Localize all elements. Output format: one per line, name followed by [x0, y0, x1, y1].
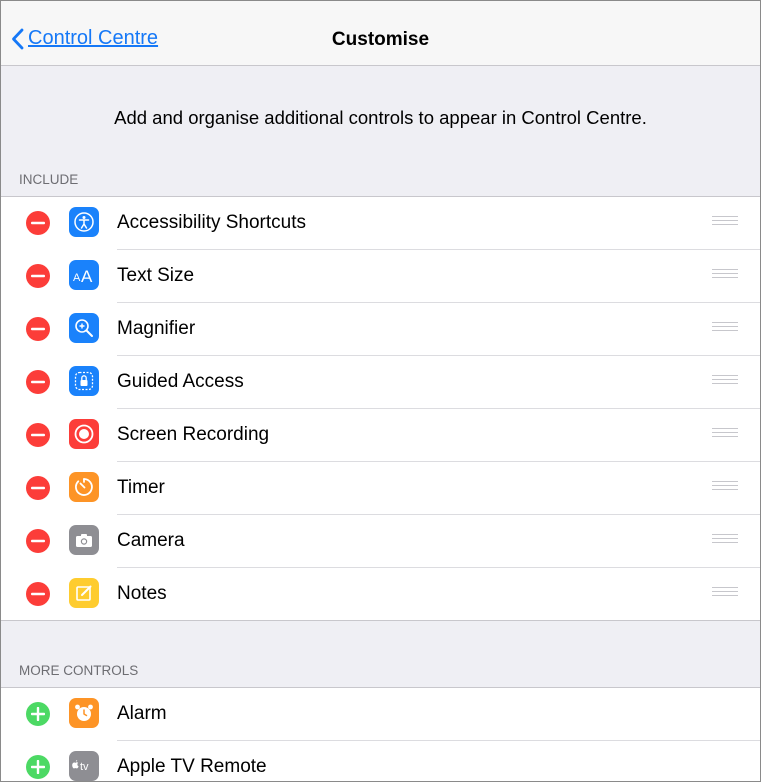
add-button[interactable]	[26, 755, 50, 779]
reorder-handle[interactable]	[712, 534, 738, 546]
include-row-magnifier: Magnifier	[1, 302, 760, 355]
screen-recording-icon	[69, 419, 99, 449]
reorder-handle[interactable]	[712, 216, 738, 228]
item-label: Camera	[117, 530, 185, 551]
navigation-bar: Control Centre Customise	[1, 1, 760, 66]
item-label: Apple TV Remote	[117, 756, 267, 777]
item-label: Alarm	[117, 703, 167, 724]
include-row-timer: Timer	[1, 461, 760, 514]
more-controls-list: Alarm tv Apple TV Remote	[1, 687, 760, 781]
guided-access-icon	[69, 366, 99, 396]
reorder-handle[interactable]	[712, 322, 738, 334]
item-label: Text Size	[117, 265, 195, 286]
text-size-icon: A A	[69, 260, 99, 290]
apple-tv-remote-icon: tv	[69, 751, 99, 781]
more-controls-section-header: MORE CONTROLS	[19, 663, 139, 678]
more-row-apple-tv-remote: tv Apple TV Remote	[1, 740, 760, 781]
svg-text:tv: tv	[80, 761, 89, 773]
include-row-accessibility-shortcuts: Accessibility Shortcuts	[1, 197, 760, 249]
page-title: Customise	[331, 29, 430, 50]
include-list: Accessibility Shortcuts A A Text Size Ma…	[1, 196, 760, 621]
svg-text:A: A	[73, 272, 81, 284]
control-centre-customise-screen: Control Centre Customise Add and organis…	[0, 0, 761, 782]
include-row-camera: Camera	[1, 514, 760, 567]
minus-icon	[31, 327, 45, 331]
remove-button[interactable]	[26, 370, 50, 394]
alarm-icon	[69, 698, 99, 728]
include-section-header: INCLUDE	[19, 172, 79, 187]
remove-button[interactable]	[26, 211, 50, 235]
reorder-handle[interactable]	[712, 375, 738, 387]
item-label: Accessibility Shortcuts	[117, 212, 307, 233]
minus-icon	[31, 221, 45, 225]
remove-button[interactable]	[26, 423, 50, 447]
minus-icon	[31, 592, 45, 596]
include-row-notes: Notes	[1, 567, 760, 620]
notes-icon	[69, 578, 99, 608]
item-label: Timer	[117, 477, 165, 498]
item-label: Notes	[117, 583, 167, 604]
accessibility-icon	[69, 207, 99, 237]
minus-icon	[31, 486, 45, 490]
remove-button[interactable]	[26, 529, 50, 553]
include-row-screen-recording: Screen Recording	[1, 408, 760, 461]
plus-icon	[31, 707, 45, 721]
more-row-alarm: Alarm	[1, 688, 760, 740]
item-label: Guided Access	[117, 371, 244, 392]
remove-button[interactable]	[26, 582, 50, 606]
add-button[interactable]	[26, 702, 50, 726]
item-label: Screen Recording	[117, 424, 270, 445]
minus-icon	[31, 380, 45, 384]
remove-button[interactable]	[26, 476, 50, 500]
plus-icon	[31, 760, 45, 774]
remove-button[interactable]	[26, 264, 50, 288]
minus-icon	[31, 433, 45, 437]
include-row-text-size: A A Text Size	[1, 249, 760, 302]
reorder-handle[interactable]	[712, 269, 738, 281]
minus-icon	[31, 539, 45, 543]
description-text: Add and organise additional controls to …	[114, 107, 647, 128]
magnifier-icon	[69, 313, 99, 343]
item-label: Magnifier	[117, 318, 196, 339]
include-row-guided-access: Guided Access	[1, 355, 760, 408]
timer-icon	[69, 472, 99, 502]
reorder-handle[interactable]	[712, 587, 738, 599]
reorder-handle[interactable]	[712, 428, 738, 440]
remove-button[interactable]	[26, 317, 50, 341]
camera-icon	[69, 525, 99, 555]
minus-icon	[31, 274, 45, 278]
svg-text:A: A	[81, 267, 93, 285]
reorder-handle[interactable]	[712, 481, 738, 493]
